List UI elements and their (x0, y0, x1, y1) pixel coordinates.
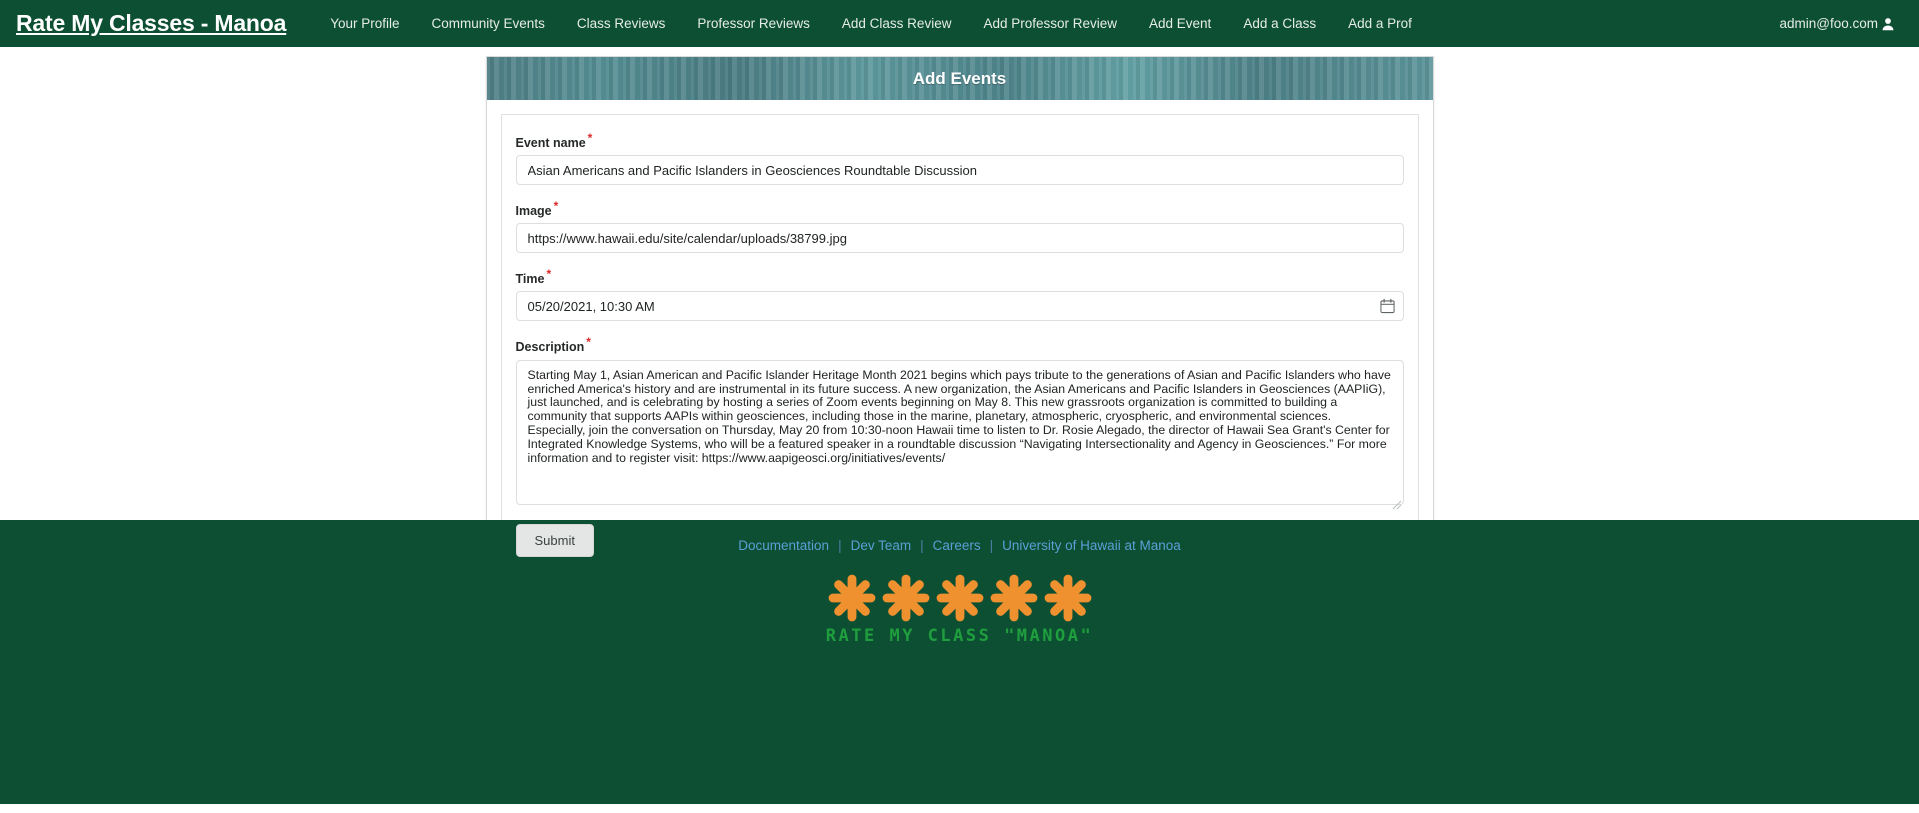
event-name-label: Event name * (516, 131, 593, 150)
footer-logo: RATE MY CLASS "MANOA" (0, 572, 1919, 646)
required-marker: * (553, 199, 559, 214)
nav-link-professor-reviews[interactable]: Professor Reviews (681, 0, 826, 47)
page-title: Add Events (912, 68, 1007, 88)
description-label-text: Description (515, 340, 585, 355)
footer-link-documentation[interactable]: Documentation (730, 536, 837, 556)
logo-text: RATE MY CLASS "MANOA" (825, 626, 1094, 646)
description-label: Description * (516, 335, 591, 354)
event-name-label-text: Event name (515, 136, 586, 151)
flower-icon (880, 572, 932, 624)
submit-button[interactable]: Submit (515, 523, 594, 557)
image-url-input[interactable] (515, 223, 1404, 254)
nav-link-add-professor-review[interactable]: Add Professor Review (967, 0, 1133, 47)
main-content: Add Events Event name* Image* (0, 47, 1919, 593)
flower-row (826, 572, 1094, 624)
footer-link-dev-team[interactable]: Dev Team (843, 536, 920, 556)
add-events-card: Add Events Event name* Image* (485, 56, 1434, 593)
top-navbar: Rate My Classes - Manoa Your Profile Com… (0, 0, 1919, 47)
image-label: Image * (516, 199, 559, 218)
account-menu[interactable]: admin@foo.com (1780, 16, 1902, 31)
site-footer: Documentation | Dev Team | Careers | Uni… (0, 520, 1919, 804)
time-datetime-input[interactable] (515, 291, 1404, 322)
required-marker: * (587, 131, 593, 145)
nav-link-add-event[interactable]: Add Event (1133, 0, 1227, 47)
description-wrapper (515, 359, 1404, 510)
nav-link-your-profile[interactable]: Your Profile (314, 0, 415, 47)
field-event-name: Event name * (515, 131, 1404, 186)
card-body: Event name* Image* Time* (487, 100, 1433, 592)
flower-icon (1042, 572, 1094, 624)
footer-link-careers[interactable]: Careers (925, 536, 989, 556)
card-header: Add Events (486, 57, 1433, 100)
event-name-input[interactable] (515, 155, 1404, 186)
time-label: Time * (516, 267, 552, 286)
description-textarea[interactable] (515, 359, 1404, 505)
field-image: Image * (515, 199, 1404, 254)
flower-icon (934, 572, 986, 624)
add-event-form: Event name* Image* Time* (500, 114, 1419, 574)
image-label-text: Image (515, 204, 552, 219)
nav-link-class-reviews[interactable]: Class Reviews (561, 0, 682, 47)
nav-links: Your Profile Community Events Class Revi… (314, 0, 1428, 47)
account-email-label: admin@foo.com (1779, 16, 1879, 31)
field-description: Description * (515, 335, 1404, 510)
brand-link[interactable]: Rate My Classes - Manoa (16, 10, 286, 37)
user-account-icon (1881, 17, 1895, 31)
required-marker: * (546, 267, 552, 282)
field-time: Time * (515, 267, 1404, 322)
required-marker: * (586, 335, 591, 350)
time-input-wrapper (515, 291, 1404, 322)
nav-link-add-a-prof[interactable]: Add a Prof (1332, 0, 1428, 47)
footer-link-university-of-hawaii[interactable]: University of Hawaii at Manoa (994, 536, 1189, 556)
nav-link-community-events[interactable]: Community Events (416, 0, 561, 47)
footer-links: Documentation | Dev Team | Careers | Uni… (0, 536, 1919, 556)
nav-link-add-class-review[interactable]: Add Class Review (826, 0, 968, 47)
nav-link-add-a-class[interactable]: Add a Class (1227, 0, 1332, 47)
flower-icon (988, 572, 1040, 624)
time-label-text: Time (515, 272, 545, 287)
flower-icon (826, 572, 878, 624)
